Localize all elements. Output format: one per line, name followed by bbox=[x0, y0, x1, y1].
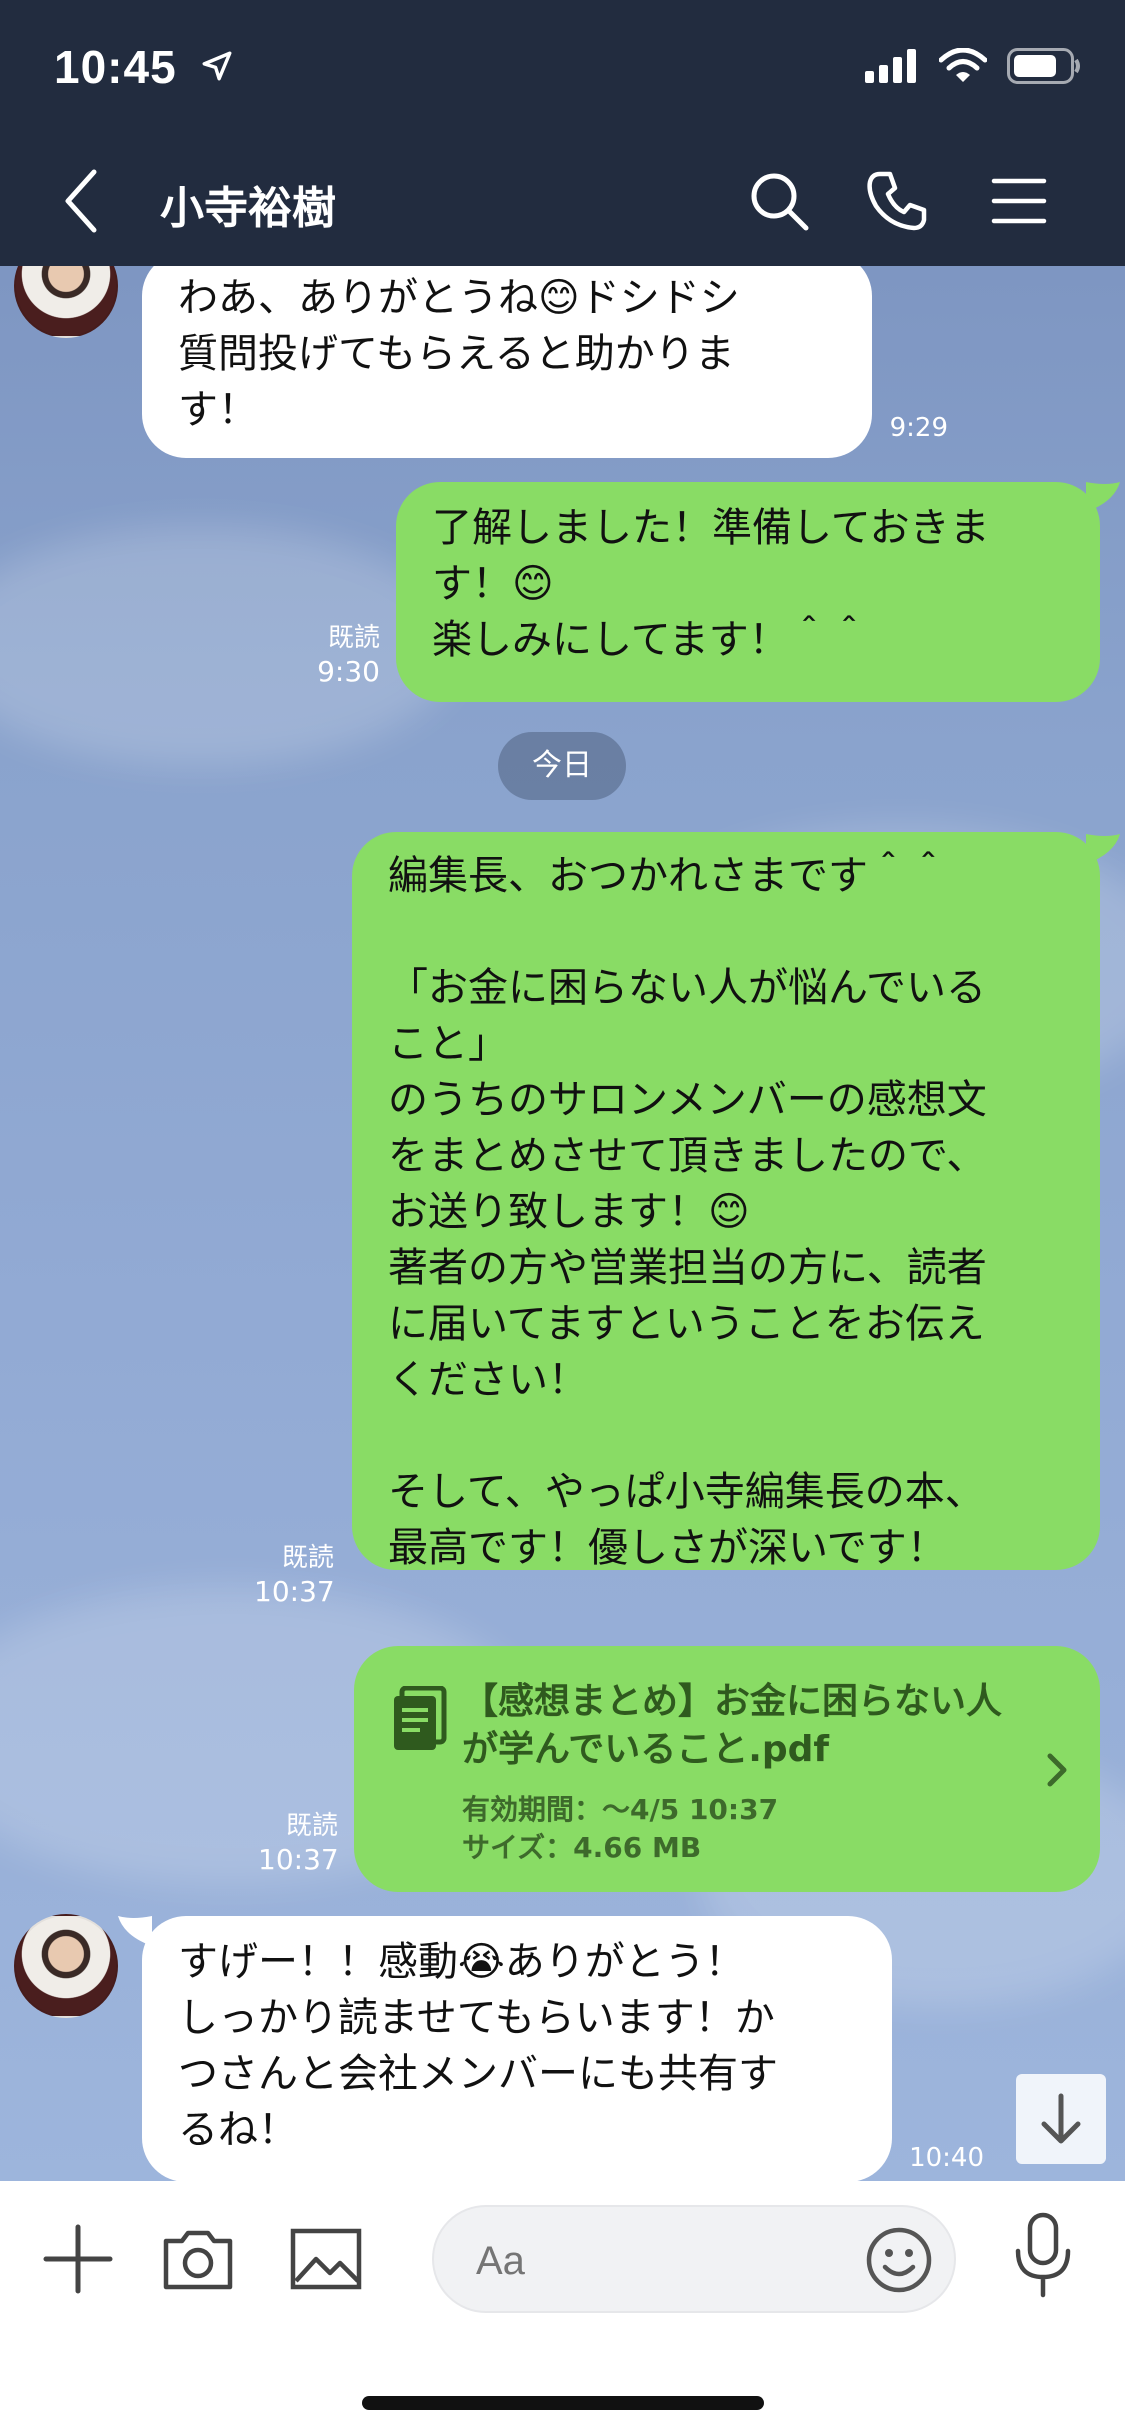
file-expiry: 有効期間：〜4/5 10:37 bbox=[462, 1793, 779, 1826]
camera-button[interactable] bbox=[160, 2221, 236, 2297]
file-size: サイズ：4.66 MB bbox=[462, 1831, 702, 1864]
location-icon bbox=[200, 40, 234, 94]
file-attachment[interactable]: 【感想まとめ】お金に困らない人が学んでいること.pdf 有効期間：〜4/5 10… bbox=[354, 1646, 1100, 1892]
avatar[interactable] bbox=[14, 1914, 118, 2018]
message-bubble-outgoing: 了解しました！準備しておきま す！😊 楽しみにしてます！＾＾ bbox=[396, 482, 1100, 702]
chat-title: 小寺裕樹 bbox=[160, 183, 336, 234]
avatar[interactable] bbox=[14, 266, 118, 338]
file-name: 【感想まとめ】お金に困らない人が学んでいること.pdf bbox=[462, 1681, 1003, 1770]
date-separator: 今日 bbox=[498, 732, 626, 800]
chat-header: 小寺裕樹 bbox=[0, 136, 1125, 266]
search-button[interactable] bbox=[744, 166, 814, 236]
image-button[interactable] bbox=[288, 2221, 364, 2297]
chevron-right-icon bbox=[1047, 1753, 1067, 1787]
signal-icon bbox=[865, 49, 919, 87]
read-receipt: 既読 bbox=[281, 1543, 334, 1573]
back-button[interactable] bbox=[56, 166, 106, 236]
emoji-icon[interactable] bbox=[864, 2225, 934, 2295]
back-icon bbox=[65, 169, 97, 233]
menu-icon bbox=[991, 178, 1047, 224]
message-bubble-incoming: すげー！！感動😭ありがとう！ しっかり読ませてもらいます！か つさんと会社メンバ… bbox=[142, 1916, 892, 2181]
voice-button[interactable] bbox=[1008, 2211, 1078, 2301]
status-time-text: 10:45 bbox=[54, 41, 177, 93]
search-icon bbox=[751, 173, 809, 231]
menu-button[interactable] bbox=[984, 166, 1054, 236]
battery-icon bbox=[1007, 48, 1081, 88]
add-button[interactable] bbox=[40, 2221, 116, 2297]
status-bar: 10:45 bbox=[0, 0, 1125, 136]
message-bubble-outgoing: 編集長、おつかれさまです＾＾ 「お金に困らない人が悩んでいる こと」 のうちのサ… bbox=[352, 832, 1100, 1571]
message-time: 9:30 bbox=[317, 655, 380, 688]
message-input[interactable] bbox=[474, 2227, 838, 2295]
message-time: 10:37 bbox=[258, 1843, 339, 1876]
scroll-to-bottom-button[interactable] bbox=[1016, 2074, 1106, 2164]
message-bubble-incoming: わあ、ありがとうね😊ドシドシ 質問投げてもらえると助かりま す！ bbox=[142, 266, 872, 458]
chat-history[interactable]: わあ、ありがとうね😊ドシドシ 質問投げてもらえると助かりま す！ 9:29 了解… bbox=[0, 266, 1125, 2181]
read-receipt: 既読 bbox=[327, 623, 380, 653]
message-input-bar bbox=[0, 2181, 1125, 2436]
message-input-container bbox=[432, 2205, 956, 2313]
message-time: 9:29 bbox=[889, 413, 948, 443]
wifi-icon bbox=[938, 47, 988, 88]
message-time: 10:40 bbox=[909, 2143, 984, 2173]
arrow-down-icon bbox=[1041, 2093, 1081, 2144]
plus-icon bbox=[43, 2224, 113, 2294]
status-time: 10:45 bbox=[54, 40, 234, 94]
camera-icon bbox=[163, 2230, 233, 2290]
background-cloud bbox=[0, 526, 460, 766]
call-button[interactable] bbox=[862, 166, 932, 236]
home-indicator bbox=[362, 2396, 764, 2410]
read-receipt: 既読 bbox=[285, 1811, 338, 1841]
file-icon bbox=[394, 1686, 447, 1750]
message-time: 10:37 bbox=[254, 1575, 335, 1608]
image-icon bbox=[290, 2228, 362, 2290]
phone-icon bbox=[867, 171, 927, 231]
status-indicators bbox=[865, 47, 1081, 88]
mic-icon bbox=[1015, 2212, 1071, 2298]
